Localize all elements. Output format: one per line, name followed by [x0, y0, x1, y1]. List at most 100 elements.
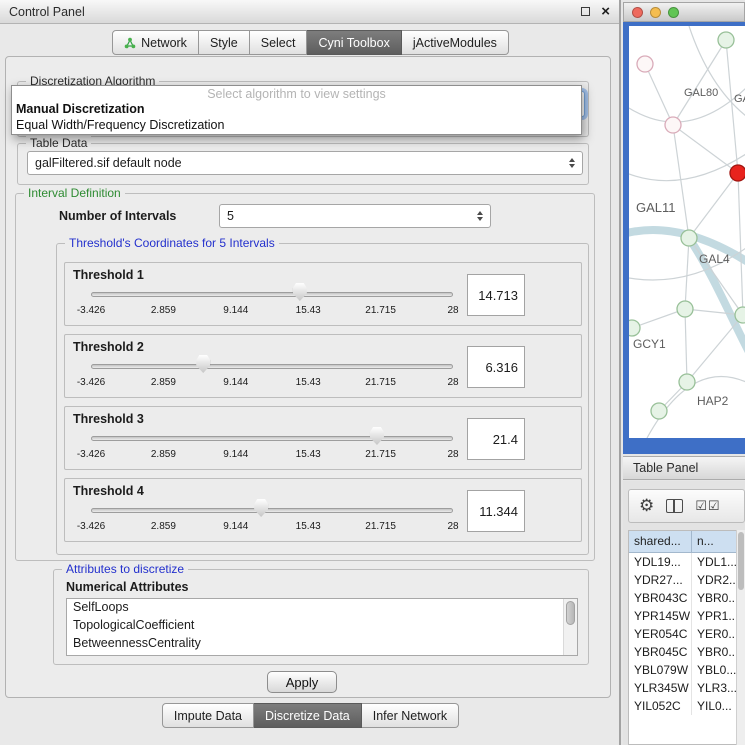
- network-node[interactable]: [677, 301, 693, 317]
- column-selector-icon[interactable]: [666, 499, 683, 513]
- combobox-spinner-icon[interactable]: [563, 158, 575, 168]
- table-row[interactable]: YLR345WYLR3...: [629, 679, 745, 697]
- attribute-item[interactable]: SelfLoops: [67, 599, 577, 617]
- tab-cyni-toolbox[interactable]: Cyni Toolbox: [307, 30, 401, 55]
- network-node[interactable]: [637, 56, 653, 72]
- slider-thumb[interactable]: [254, 499, 268, 517]
- control-panel-window: Control Panel × NetworkStyleSelectCyni T…: [0, 0, 621, 745]
- table-row[interactable]: YPR145WYPR1...: [629, 607, 745, 625]
- table-row[interactable]: YIL052CYIL0...: [629, 697, 745, 715]
- network-node[interactable]: [665, 117, 681, 133]
- network-node[interactable]: [730, 165, 745, 181]
- slider-track[interactable]: [91, 508, 453, 513]
- table-panel-title: Table Panel: [633, 461, 698, 475]
- scrollbar-thumb[interactable]: [738, 532, 744, 590]
- control-panel-title: Control Panel: [9, 5, 85, 19]
- tick-label: 28: [447, 377, 458, 388]
- node-attribute-table: shared... n... YDL19...YDL1...YDR27...YD…: [628, 530, 745, 745]
- scrollbar-thumb[interactable]: [566, 601, 575, 625]
- numerical-attributes-list[interactable]: SelfLoopsTopologicalCoefficientBetweenne…: [66, 598, 578, 656]
- table-row[interactable]: YDL19...YDL1...: [629, 553, 745, 571]
- network-node[interactable]: [718, 32, 734, 48]
- slider-track[interactable]: [91, 436, 453, 441]
- column-header[interactable]: shared...: [629, 531, 692, 552]
- close-icon[interactable]: ×: [601, 4, 610, 19]
- threshold-label: Threshold 2: [73, 340, 144, 354]
- slider-track[interactable]: [91, 364, 453, 369]
- number-of-intervals-combobox[interactable]: 5: [219, 204, 491, 228]
- network-canvas[interactable]: GAL80GAGAL11GAL4GCY1HAP2: [629, 26, 745, 438]
- network-edge: [685, 238, 689, 309]
- network-node[interactable]: [679, 374, 695, 390]
- network-window-titlebar[interactable]: [623, 2, 745, 22]
- table-cell: YBR043C: [629, 589, 692, 607]
- combobox-spinner-icon[interactable]: [471, 211, 483, 221]
- table-row[interactable]: YER054CYER0...: [629, 625, 745, 643]
- tick-label: 9.144: [223, 305, 248, 316]
- apply-button[interactable]: Apply: [267, 671, 337, 693]
- threshold-value-field[interactable]: 21.4: [467, 418, 525, 460]
- network-view-frame: GAL80GAGAL11GAL4GCY1HAP2: [623, 22, 745, 454]
- tick-label: 15.43: [296, 521, 321, 532]
- tab-discretize-data[interactable]: Discretize Data: [254, 703, 362, 728]
- tab-jactivemodules[interactable]: jActiveModules: [402, 30, 509, 55]
- network-node[interactable]: [735, 307, 745, 323]
- close-traffic-light-icon[interactable]: [632, 7, 643, 18]
- network-node[interactable]: [681, 230, 697, 246]
- table-cell: YBL079W: [629, 661, 692, 679]
- dropdown-option[interactable]: Manual Discretization: [12, 101, 581, 117]
- table-cell: YDL19...: [629, 553, 692, 571]
- table-data-combobox[interactable]: galFiltered.sif default node: [27, 151, 583, 175]
- slider-thumb[interactable]: [370, 427, 384, 445]
- slider-track[interactable]: [91, 292, 453, 297]
- combobox-value: 5: [227, 209, 234, 223]
- tick-label: 21.715: [365, 521, 396, 532]
- slider-thumb[interactable]: [196, 355, 210, 373]
- attribute-item[interactable]: TopologicalCoefficient: [67, 617, 577, 635]
- tick-label: 21.715: [365, 305, 396, 316]
- table-row[interactable]: YBR045CYBR0...: [629, 643, 745, 661]
- tab-style[interactable]: Style: [199, 30, 250, 55]
- threshold-value-field[interactable]: 11.344: [467, 490, 525, 532]
- table-row[interactable]: YBL079WYBL0...: [629, 661, 745, 679]
- tick-label: -3.426: [77, 377, 105, 388]
- tab-label: Discretize Data: [265, 709, 350, 723]
- tab-select[interactable]: Select: [250, 30, 308, 55]
- tick-label: 2.859: [151, 377, 176, 388]
- attribute-items: SelfLoopsTopologicalCoefficientBetweenne…: [67, 599, 577, 653]
- tab-network[interactable]: Network: [112, 30, 199, 55]
- dropdown-option[interactable]: Equal Width/Frequency Discretization: [12, 117, 581, 133]
- table-scrollbar[interactable]: [736, 530, 745, 745]
- minimize-traffic-light-icon[interactable]: [650, 7, 661, 18]
- control-panel-titlebar: Control Panel ×: [0, 0, 619, 24]
- gear-icon[interactable]: ⚙: [639, 498, 654, 515]
- network-icon: [124, 37, 136, 49]
- network-graph: GAL80GAGAL11GAL4GCY1HAP2: [629, 26, 745, 438]
- table-row[interactable]: YDR27...YDR2...: [629, 571, 745, 589]
- threshold-value-field[interactable]: 14.713: [467, 274, 525, 316]
- float-window-icon[interactable]: [581, 7, 590, 16]
- zoom-traffic-light-icon[interactable]: [668, 7, 679, 18]
- tab-label: jActiveModules: [413, 36, 497, 50]
- table-row[interactable]: YBR043CYBR0...: [629, 589, 745, 607]
- tick-label: 2.859: [151, 521, 176, 532]
- tab-infer-network[interactable]: Infer Network: [362, 703, 459, 728]
- network-node[interactable]: [651, 403, 667, 419]
- table-panel: ⚙ ☑☑ shared... n... YDL19...YDL1...YDR27…: [623, 481, 745, 745]
- table-cell: YBR045C: [629, 643, 692, 661]
- top-tab-bar: NetworkStyleSelectCyni Toolbox jActiveMod…: [0, 30, 621, 55]
- select-checkboxes-icon[interactable]: ☑☑: [695, 499, 720, 514]
- tab-impute-data[interactable]: Impute Data: [162, 703, 254, 728]
- attributes-scrollbar[interactable]: [563, 599, 577, 655]
- numerical-attributes-label: Numerical Attributes: [66, 580, 188, 594]
- threshold-value-field[interactable]: 6.316: [467, 346, 525, 388]
- table-rows: YDL19...YDL1...YDR27...YDR2...YBR043CYBR…: [629, 553, 745, 715]
- tick-label: 28: [447, 305, 458, 316]
- tab-label: Impute Data: [174, 709, 242, 723]
- dropdown-placeholder-item[interactable]: Select algorithm to view settings: [12, 86, 581, 101]
- slider-thumb[interactable]: [293, 283, 307, 301]
- tick-label: 21.715: [365, 449, 396, 460]
- attribute-item[interactable]: BetweennessCentrality: [67, 635, 577, 653]
- network-node[interactable]: [629, 320, 640, 336]
- tab-label: Infer Network: [373, 709, 447, 723]
